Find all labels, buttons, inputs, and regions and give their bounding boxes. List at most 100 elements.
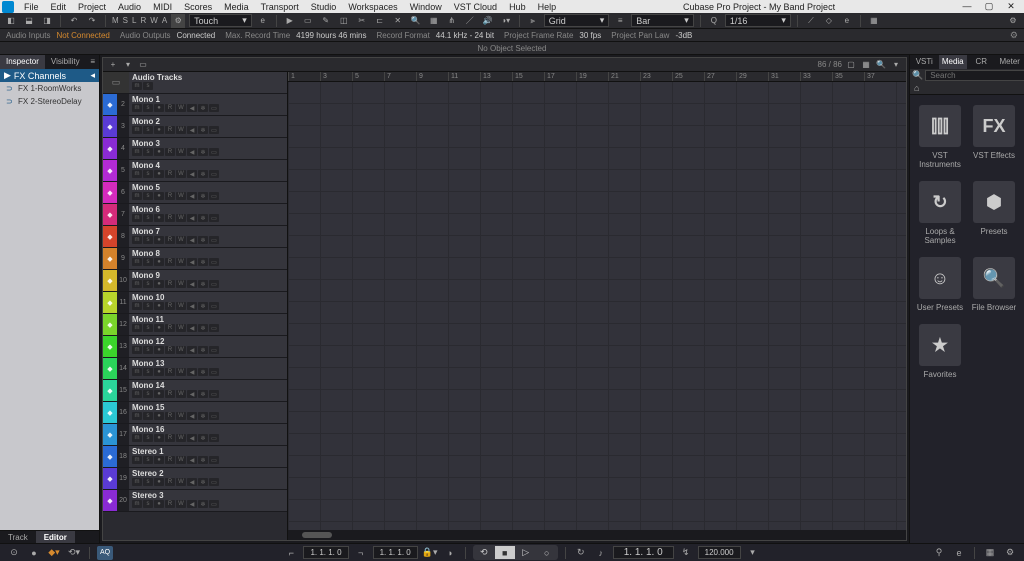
grid-row[interactable]: [288, 82, 906, 104]
grid-row[interactable]: [288, 258, 906, 280]
track-write-button[interactable]: W: [176, 412, 186, 420]
track-solo-button[interactable]: s: [143, 456, 153, 464]
track-read-button[interactable]: R: [165, 368, 175, 376]
track-monitor-button[interactable]: ◀: [187, 258, 197, 266]
track-record-button[interactable]: ●: [154, 258, 164, 266]
track-name[interactable]: Mono 11: [132, 315, 284, 324]
audio-outputs-value[interactable]: Connected: [177, 31, 216, 40]
track-write-button[interactable]: W: [176, 214, 186, 222]
track-edit-button[interactable]: ▭: [209, 280, 219, 288]
track-mute-button[interactable]: m: [132, 192, 142, 200]
track-record-button[interactable]: ●: [154, 302, 164, 310]
track-edit-button[interactable]: ▭: [209, 214, 219, 222]
audio-track[interactable]: ◆ 3 Mono 2 m s ● R W ◀ ❄ ▭: [103, 116, 287, 138]
track-record-button[interactable]: ●: [154, 236, 164, 244]
track-record-button[interactable]: ●: [154, 192, 164, 200]
audio-track[interactable]: ◆ 5 Mono 4 m s ● R W ◀ ❄ ▭: [103, 160, 287, 182]
record-button[interactable]: ○: [537, 546, 557, 559]
tempo-track-toggle[interactable]: ↯: [678, 546, 694, 560]
track-solo-button[interactable]: s: [143, 368, 153, 376]
automation-follow-button[interactable]: ⚙: [171, 14, 185, 28]
track-solo-button[interactable]: s: [143, 346, 153, 354]
folder-track[interactable]: ▭ Audio Tracks m s: [103, 72, 287, 94]
track-freeze-button[interactable]: ❄: [198, 214, 208, 222]
audio-track[interactable]: ◆ 7 Mono 6 m s ● R W ◀ ❄ ▭: [103, 204, 287, 226]
pan-law-value[interactable]: -3dB: [675, 31, 692, 40]
range-tool[interactable]: ▭: [301, 14, 315, 28]
fx-channels-header[interactable]: ▶ FX Channels ◂: [0, 69, 99, 82]
track-monitor-button[interactable]: ◀: [187, 104, 197, 112]
track-monitor-button[interactable]: ◀: [187, 214, 197, 222]
audio-track[interactable]: ◆ 12 Mono 11 m s ● R W ◀ ❄ ▭: [103, 314, 287, 336]
track-name[interactable]: Mono 4: [132, 161, 284, 170]
tempo-field[interactable]: 120.000: [698, 546, 741, 559]
track-name[interactable]: Stereo 1: [132, 447, 284, 456]
track-solo-button[interactable]: s: [143, 434, 153, 442]
track-name[interactable]: Stereo 2: [132, 469, 284, 478]
audio-track[interactable]: ◆ 13 Mono 12 m s ● R W ◀ ❄ ▭: [103, 336, 287, 358]
menu-vstcloud[interactable]: VST Cloud: [448, 2, 503, 12]
grid-row[interactable]: [288, 434, 906, 456]
redo-button[interactable]: ↷: [85, 14, 99, 28]
track-freeze-button[interactable]: ❄: [198, 434, 208, 442]
track-record-button[interactable]: ●: [154, 126, 164, 134]
grid-row[interactable]: [288, 170, 906, 192]
minimize-button[interactable]: —: [956, 1, 978, 12]
track-name[interactable]: Stereo 3: [132, 491, 284, 500]
track-monitor-button[interactable]: ◀: [187, 192, 197, 200]
fx-item[interactable]: FX 2-StereoDelay: [0, 95, 99, 108]
find-track-button[interactable]: 🔍: [875, 59, 887, 71]
track-monitor-button[interactable]: ◀: [187, 456, 197, 464]
automation-panel-button[interactable]: e: [256, 14, 270, 28]
track-read-button[interactable]: R: [165, 280, 175, 288]
track-freeze-button[interactable]: ❄: [198, 390, 208, 398]
track-freeze-button[interactable]: ❄: [198, 126, 208, 134]
track-color-handle[interactable]: ◆: [103, 402, 117, 423]
track-read-button[interactable]: R: [165, 148, 175, 156]
tab-media[interactable]: Media: [939, 55, 968, 69]
track-monitor-button[interactable]: ◀: [187, 126, 197, 134]
right-locator-icon[interactable]: ¬: [353, 546, 369, 560]
folder-icon[interactable]: ▭: [137, 59, 149, 71]
warp-tool[interactable]: ⋔: [445, 14, 459, 28]
track-mute-button[interactable]: m: [132, 148, 142, 156]
grid-row[interactable]: [288, 192, 906, 214]
audio-track[interactable]: ◆ 9 Mono 8 m s ● R W ◀ ❄ ▭: [103, 248, 287, 270]
grid-type-dropdown[interactable]: Bar▾: [631, 14, 694, 27]
track-solo-button[interactable]: s: [143, 280, 153, 288]
snap-type-dropdown[interactable]: Grid▾: [544, 14, 610, 27]
stop-button[interactable]: ■: [495, 546, 515, 559]
audio-track[interactable]: ◆ 14 Mono 13 m s ● R W ◀ ❄ ▭: [103, 358, 287, 380]
track-color-handle[interactable]: ◆: [103, 446, 117, 467]
transport-settings-button[interactable]: ⚙: [1002, 546, 1018, 560]
track-write-button[interactable]: W: [176, 346, 186, 354]
grid-row[interactable]: [288, 214, 906, 236]
track-color-handle[interactable]: ◆: [103, 270, 117, 291]
track-mute-button[interactable]: m: [132, 302, 142, 310]
track-mute-button[interactable]: m: [132, 412, 142, 420]
listen-button[interactable]: L: [132, 16, 136, 25]
track-write-button[interactable]: W: [176, 390, 186, 398]
track-freeze-button[interactable]: ❄: [198, 346, 208, 354]
tab-visibility[interactable]: Visibility: [45, 55, 86, 69]
marker-tool[interactable]: ⟋: [804, 14, 818, 28]
track-read-button[interactable]: R: [165, 390, 175, 398]
track-write-button[interactable]: W: [176, 478, 186, 486]
track-monitor-button[interactable]: ◀: [187, 170, 197, 178]
media-search-input[interactable]: [925, 70, 1024, 81]
track-solo-button[interactable]: s: [143, 126, 153, 134]
menu-transport[interactable]: Transport: [255, 2, 305, 12]
audio-track[interactable]: ◆ 17 Mono 16 m s ● R W ◀ ❄ ▭: [103, 424, 287, 446]
view-settings-button[interactable]: ▦: [860, 59, 872, 71]
track-write-button[interactable]: W: [176, 170, 186, 178]
add-track-button[interactable]: +: [107, 59, 119, 71]
track-solo-button[interactable]: s: [143, 104, 153, 112]
play-button[interactable]: ▷: [516, 546, 536, 559]
track-mute-button[interactable]: m: [132, 214, 142, 222]
track-freeze-button[interactable]: ❄: [198, 500, 208, 508]
track-read-button[interactable]: R: [165, 456, 175, 464]
right-locator-field[interactable]: 1. 1. 1. 0: [373, 546, 418, 559]
folder-toggle-icon[interactable]: ▭: [103, 72, 129, 93]
media-card[interactable]: ★Favorites: [916, 324, 964, 379]
track-name[interactable]: Mono 8: [132, 249, 284, 258]
